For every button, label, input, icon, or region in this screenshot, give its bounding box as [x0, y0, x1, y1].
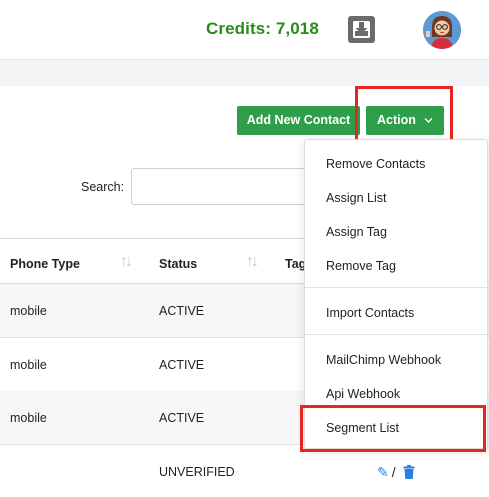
menu-item-mailchimp-webhook[interactable]: MailChimp Webhook: [326, 353, 441, 367]
cell-status: ACTIVE: [159, 304, 205, 318]
column-header-status[interactable]: Status: [159, 257, 197, 271]
action-dropdown-menu: Remove Contacts Assign List Assign Tag R…: [304, 139, 489, 449]
search-input[interactable]: [131, 168, 331, 205]
sort-icon[interactable]: ↑↓: [246, 253, 259, 271]
cell-phone-type: mobile: [10, 304, 47, 318]
menu-item-import-contacts[interactable]: Import Contacts: [326, 306, 414, 320]
edit-icon[interactable]: ✎: [377, 464, 389, 480]
search-label: Search:: [81, 180, 125, 194]
menu-divider: [305, 334, 489, 335]
download-icon[interactable]: [348, 16, 375, 43]
avatar[interactable]: [423, 11, 461, 49]
cell-status: UNVERIFIED: [159, 465, 235, 479]
top-bar: Credits: 7,018: [0, 0, 489, 60]
segment-list-highlight-box: [300, 405, 486, 452]
separator: /: [391, 464, 396, 480]
cell-phone-type: mobile: [10, 411, 47, 425]
credits-balance: Credits: 7,018: [206, 19, 319, 38]
column-header-phone-type[interactable]: Phone Type: [10, 257, 80, 271]
cell-phone-type: mobile: [10, 358, 47, 372]
menu-item-assign-list[interactable]: Assign List: [326, 191, 386, 205]
cell-status: ACTIVE: [159, 358, 205, 372]
cell-status: ACTIVE: [159, 411, 205, 425]
table-row: UNVERIFIED ✎ /: [0, 445, 489, 497]
sort-icon[interactable]: ↑↓: [120, 253, 133, 271]
menu-item-api-webhook[interactable]: Api Webhook: [326, 387, 400, 401]
menu-item-assign-tag[interactable]: Assign Tag: [326, 225, 387, 239]
add-new-contact-button[interactable]: Add New Contact: [237, 106, 360, 135]
menu-divider: [305, 287, 489, 288]
delete-icon[interactable]: [399, 464, 415, 480]
menu-item-remove-tag[interactable]: Remove Tag: [326, 259, 396, 273]
menu-item-remove-contacts[interactable]: Remove Contacts: [326, 157, 425, 171]
row-actions: ✎ /: [377, 464, 415, 481]
